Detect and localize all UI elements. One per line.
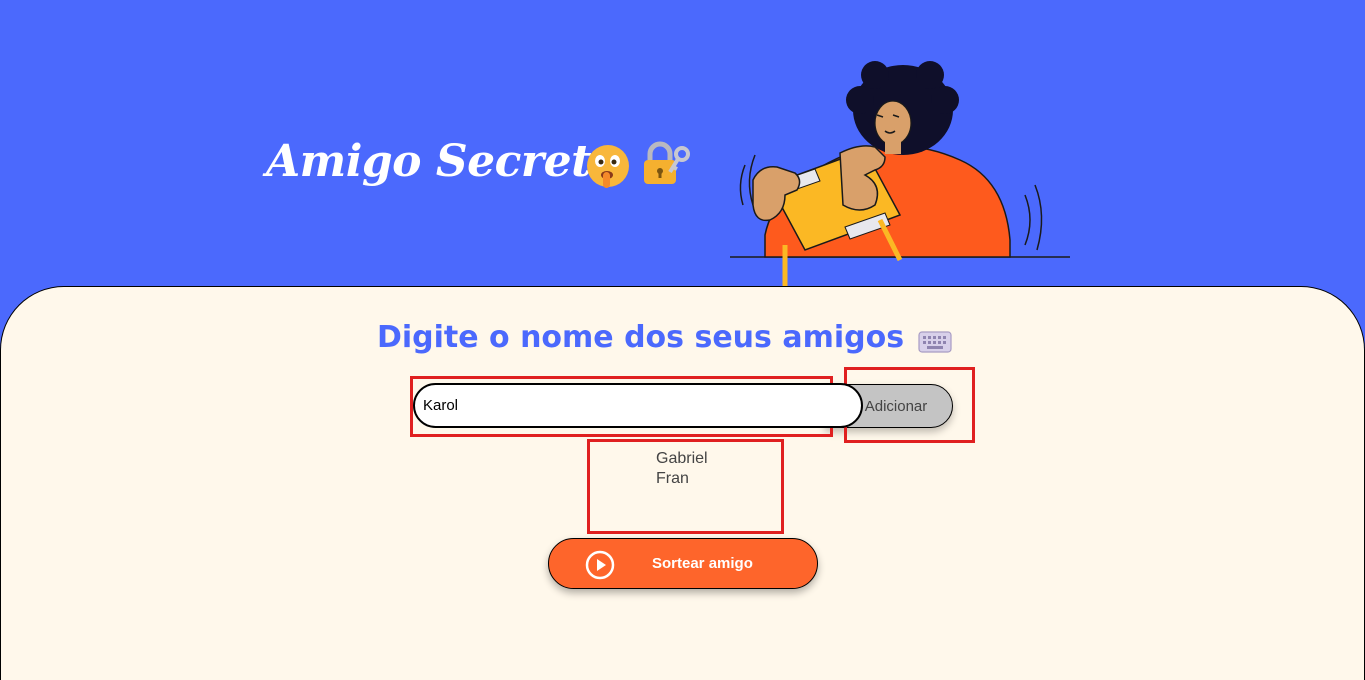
list-item: Fran xyxy=(656,470,689,487)
section-title: Digite o nome dos seus amigos xyxy=(0,316,1365,360)
name-input-container xyxy=(413,383,863,428)
header: Amigo Secreto xyxy=(0,0,1365,300)
draw-button-label: Sortear amigo xyxy=(652,555,753,572)
add-friend-form: Adicionar xyxy=(413,383,953,430)
page-title: Amigo Secreto xyxy=(266,136,620,187)
shushing-face-emoji-icon xyxy=(587,145,629,188)
friend-list: Gabriel Fran xyxy=(656,449,708,489)
person-playing-console-illustration xyxy=(730,61,1070,290)
list-item: Gabriel xyxy=(656,450,708,467)
keyboard-icon xyxy=(918,331,952,353)
locked-with-key-emoji-icon xyxy=(644,141,690,184)
name-input[interactable] xyxy=(413,383,863,428)
section-title-text: Digite o nome dos seus amigos xyxy=(376,320,905,355)
draw-friend-button[interactable]: Sortear amigo xyxy=(548,538,818,589)
play-circle-icon xyxy=(585,550,615,580)
